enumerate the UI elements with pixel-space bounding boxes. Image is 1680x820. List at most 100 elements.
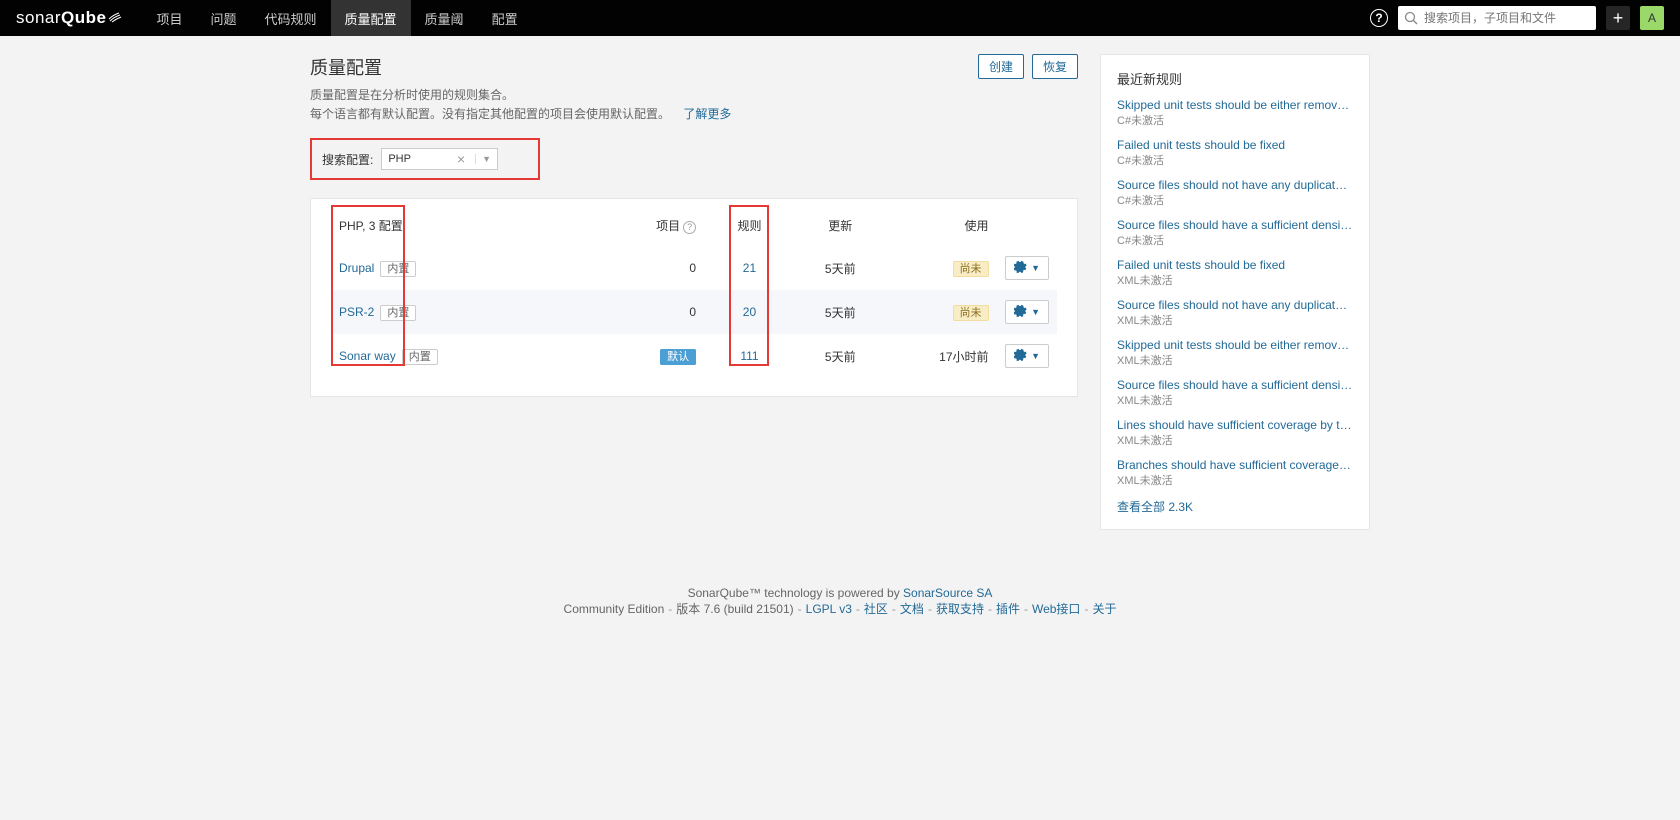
profile-link[interactable]: PSR-2	[339, 305, 374, 319]
help-icon[interactable]: ?	[683, 221, 696, 234]
col-language: PHP, 3 配置	[339, 219, 403, 233]
language-select[interactable]: PHP × ▼	[381, 148, 498, 170]
profiles-table: PHP, 3 配置 项目? 规则 更新 使用 Drupal内置0215天前尚未▼…	[331, 217, 1057, 378]
top-navbar: sonarQube 项目问题代码规则质量配置质量阈配置 ? + A	[0, 0, 1680, 36]
rule-item: Lines should have sufficient coverage by…	[1117, 418, 1353, 448]
rule-item: Source files should not have any duplica…	[1117, 298, 1353, 328]
sidebar-title: 最近新规则	[1117, 69, 1353, 88]
search-input[interactable]	[1398, 6, 1596, 30]
restore-profile-button[interactable]: 恢复	[1032, 54, 1078, 79]
nav-item[interactable]: 问题	[197, 0, 251, 36]
nav-item[interactable]: 质量阈	[411, 0, 478, 36]
rule-meta: C#未激活	[1117, 112, 1353, 128]
footer: SonarQube™ technology is powered by Sona…	[0, 570, 1680, 637]
profiles-panel: PHP, 3 配置 项目? 规则 更新 使用 Drupal内置0215天前尚未▼…	[310, 198, 1078, 397]
rules-link[interactable]: 111	[740, 349, 758, 363]
never-badge: 尚未	[953, 261, 989, 277]
never-badge: 尚未	[953, 305, 989, 321]
filter-label: 搜索配置:	[322, 151, 373, 168]
rule-meta: XML未激活	[1117, 392, 1353, 408]
rules-link[interactable]: 21	[743, 261, 756, 275]
gear-icon	[1014, 260, 1027, 276]
lgpl-link[interactable]: LGPL v3	[806, 602, 852, 616]
table-row: PSR-2内置0205天前尚未▼	[331, 290, 1057, 334]
recent-rules-list: Skipped unit tests should be either remo…	[1117, 98, 1353, 488]
rule-link[interactable]: Source files should have a sufficient de…	[1117, 218, 1353, 232]
col-rules: 规则	[737, 219, 761, 233]
create-button[interactable]: +	[1606, 6, 1630, 30]
rule-item: Branches should have sufficient coverage…	[1117, 458, 1353, 488]
rule-link[interactable]: Failed unit tests should be fixed	[1117, 138, 1353, 152]
desc-line-2: 每个语言都有默认配置。没有指定其他配置的项目会使用默认配置。 了解更多	[310, 105, 1078, 124]
see-all-link[interactable]: 查看全部 2.3K	[1117, 500, 1193, 514]
rule-item: Source files should have a sufficient de…	[1117, 218, 1353, 248]
footer-link[interactable]: Web接口	[1032, 602, 1080, 616]
rule-link[interactable]: Source files should not have any duplica…	[1117, 298, 1353, 312]
main-content: 质量配置 创建 恢复 质量配置是在分析时使用的规则集合。 每个语言都有默认配置。…	[310, 54, 1078, 397]
cell-projects: 0	[593, 290, 704, 334]
rule-meta: C#未激活	[1117, 192, 1353, 208]
rule-item: Failed unit tests should be fixedXML未激活	[1117, 258, 1353, 288]
rules-link[interactable]: 20	[743, 305, 756, 319]
rule-link[interactable]: Source files should not have any duplica…	[1117, 178, 1353, 192]
rule-item: Source files should not have any duplica…	[1117, 178, 1353, 208]
language-select-value: PHP	[388, 153, 411, 165]
col-updated: 更新	[795, 217, 886, 246]
rule-link[interactable]: Skipped unit tests should be either remo…	[1117, 98, 1353, 112]
cell-updated: 5天前	[795, 246, 886, 290]
col-projects: 项目?	[593, 217, 704, 246]
rule-item: Source files should have a sufficient de…	[1117, 378, 1353, 408]
rule-meta: C#未激活	[1117, 152, 1353, 168]
desc-line-1: 质量配置是在分析时使用的规则集合。	[310, 86, 1078, 105]
avatar[interactable]: A	[1640, 6, 1664, 30]
chevron-down-icon: ▼	[1031, 351, 1040, 361]
cell-used: 17小时前	[886, 334, 997, 378]
nav-item[interactable]: 代码规则	[251, 0, 331, 36]
footer-link[interactable]: 文档	[900, 602, 924, 616]
cell-projects: 默认	[593, 334, 704, 378]
page-title: 质量配置	[310, 54, 382, 80]
sonarsource-link[interactable]: SonarSource SA	[903, 586, 992, 600]
rule-meta: XML未激活	[1117, 472, 1353, 488]
rule-link[interactable]: Skipped unit tests should be either remo…	[1117, 338, 1353, 352]
nav-item[interactable]: 项目	[142, 0, 196, 36]
rule-link[interactable]: Lines should have sufficient coverage by…	[1117, 418, 1353, 432]
rule-link[interactable]: Branches should have sufficient coverage…	[1117, 458, 1353, 472]
create-profile-button[interactable]: 创建	[978, 54, 1024, 79]
row-actions-button[interactable]: ▼	[1005, 256, 1049, 280]
row-actions-button[interactable]: ▼	[1005, 300, 1049, 324]
nav-item[interactable]: 配置	[478, 0, 532, 36]
builtin-badge: 内置	[402, 349, 438, 365]
clear-icon[interactable]: ×	[455, 151, 467, 167]
rule-item: Skipped unit tests should be either remo…	[1117, 98, 1353, 128]
chevron-down-icon: ▼	[1031, 307, 1040, 317]
footer-link[interactable]: 关于	[1092, 602, 1116, 616]
footer-link[interactable]: 社区	[864, 602, 888, 616]
topbar-left: sonarQube 项目问题代码规则质量配置质量阈配置	[16, 0, 532, 36]
language-filter: 搜索配置: PHP × ▼	[310, 138, 540, 180]
col-used: 使用	[886, 217, 997, 246]
rule-link[interactable]: Failed unit tests should be fixed	[1117, 258, 1353, 272]
gear-icon	[1014, 304, 1027, 320]
row-actions-button[interactable]: ▼	[1005, 344, 1049, 368]
rule-meta: XML未激活	[1117, 312, 1353, 328]
cell-projects: 0	[593, 246, 704, 290]
cell-used: 尚未	[886, 246, 997, 290]
table-row: Drupal 内置 0 21 5天前 尚未 ▼	[331, 246, 1057, 290]
logo-text-2: Qube	[61, 8, 106, 27]
footer-link[interactable]: 获取支持	[936, 602, 984, 616]
profile-link[interactable]: Drupal	[339, 261, 374, 275]
sidebar: 最近新规则 Skipped unit tests should be eithe…	[1100, 54, 1370, 530]
learn-more-link[interactable]: 了解更多	[683, 107, 731, 121]
help-icon[interactable]: ?	[1370, 9, 1388, 27]
gear-icon	[1014, 348, 1027, 364]
topbar-right: ? + A	[1370, 6, 1664, 30]
rule-link[interactable]: Source files should have a sufficient de…	[1117, 378, 1353, 392]
profile-link[interactable]: Sonar way	[339, 349, 396, 363]
chevron-down-icon[interactable]: ▼	[475, 154, 491, 164]
cell-updated: 5天前	[795, 334, 886, 378]
logo[interactable]: sonarQube	[16, 8, 122, 28]
nav-item[interactable]: 质量配置	[331, 0, 411, 36]
footer-link[interactable]: 插件	[996, 602, 1020, 616]
builtin-badge: 内置	[380, 261, 416, 277]
